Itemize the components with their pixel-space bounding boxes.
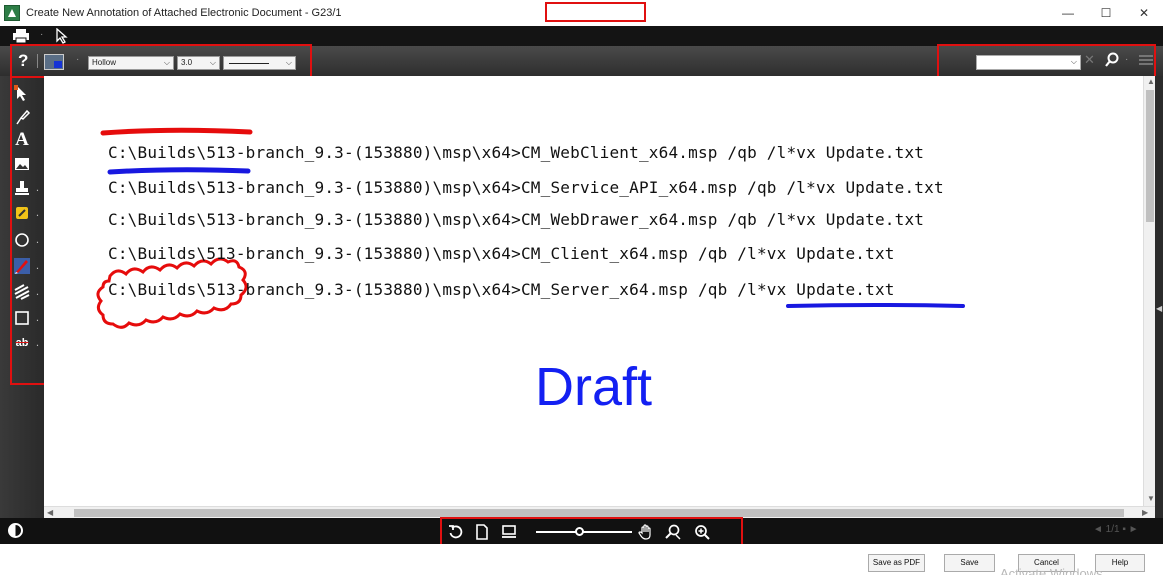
highlight-box-toolbar xyxy=(10,44,312,79)
scroll-up-icon[interactable]: ▲ xyxy=(1147,77,1155,86)
scroll-left-icon[interactable]: ◀ xyxy=(47,508,53,517)
document-line: C:\Builds\513-branch_9.3-(153880)\msp\x6… xyxy=(108,244,895,263)
scroll-right-icon[interactable]: ▶ xyxy=(1142,508,1148,517)
page-indicator[interactable]: ◄ 1/1 ▪ ► xyxy=(1093,524,1139,535)
right-panel-edge: ◀ xyxy=(1155,76,1163,518)
highlight-box-navigation xyxy=(440,517,743,546)
save-button[interactable]: Save xyxy=(944,554,995,572)
vertical-scroll-thumb[interactable] xyxy=(1146,90,1154,222)
scroll-down-icon[interactable]: ▼ xyxy=(1147,494,1155,503)
vertical-scrollbar[interactable]: ▲ ▼ xyxy=(1143,76,1155,506)
contrast-icon[interactable] xyxy=(8,523,23,538)
printer-icon[interactable] xyxy=(12,29,30,43)
minimize-button[interactable]: — xyxy=(1049,0,1087,26)
mode-bar: · xyxy=(0,26,1163,46)
activate-windows-watermark: Activate Windows xyxy=(1000,566,1103,575)
right-panel-toggle-icon[interactable]: ◀ xyxy=(1156,304,1162,313)
save-as-pdf-button[interactable]: Save as PDF xyxy=(868,554,925,572)
annotation-window: Create New Annotation of Attached Electr… xyxy=(0,0,1163,575)
maximize-button[interactable]: ☐ xyxy=(1087,0,1125,26)
document-line: C:\Builds\513-branch_9.3-(153880)\msp\x6… xyxy=(108,178,944,197)
horizontal-scroll-thumb[interactable] xyxy=(74,509,1124,517)
document-line: C:\Builds\513-branch_9.3-(153880)\msp\x6… xyxy=(108,210,925,229)
window-controls: — ☐ ✕ xyxy=(1049,0,1163,26)
document-line: C:\Builds\513-branch_9.3-(153880)\msp\x6… xyxy=(108,280,895,299)
pointer-icon[interactable] xyxy=(54,28,70,44)
draft-stamp-annotation[interactable]: Draft xyxy=(535,356,652,418)
close-button[interactable]: ✕ xyxy=(1125,0,1163,26)
app-logo-icon xyxy=(4,5,20,21)
highlight-box-search xyxy=(937,44,1156,79)
annotate-mode-title: Annotate xyxy=(545,2,646,22)
document-line: C:\Builds\513-branch_9.3-(153880)\msp\x6… xyxy=(108,143,925,162)
printer-menu-dot-icon[interactable]: · xyxy=(40,29,43,40)
window-title: Create New Annotation of Attached Electr… xyxy=(26,7,342,19)
